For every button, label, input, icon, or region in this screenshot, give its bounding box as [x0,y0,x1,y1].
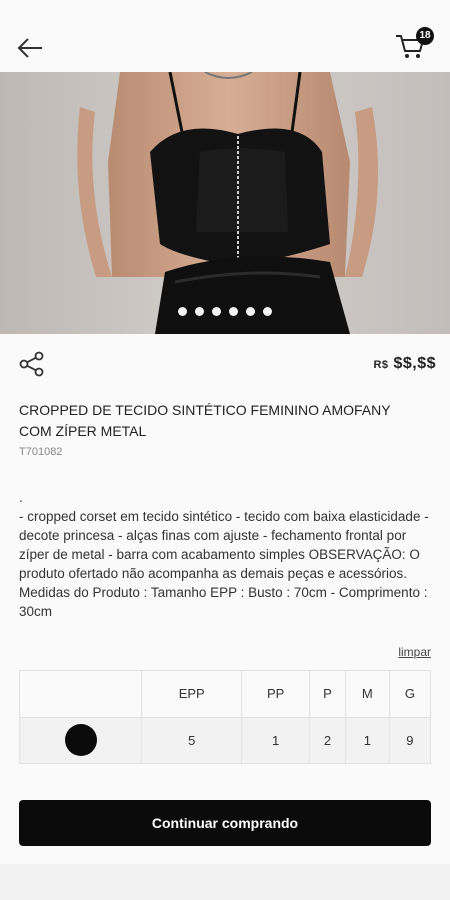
cart-count-badge: 18 [416,27,434,45]
size-label: EPP [141,670,243,718]
description-text: - cropped corset em tecido sintético - t… [19,509,429,619]
carousel-dot[interactable] [195,307,204,316]
size-header-row: EPP PP P M G [18,670,432,718]
color-swatch-cell[interactable] [18,716,143,764]
price-currency: R$ [373,359,389,371]
size-quantity-grid: EPP PP P M G 5 1 2 1 9 [18,670,432,764]
description-bullet: . [19,490,23,505]
share-icon[interactable] [18,350,46,378]
product-sku: T701082 [19,446,63,458]
carousel-dot[interactable] [212,307,221,316]
carousel-indicators [0,307,450,316]
color-header-cell [18,670,143,718]
quantity-cell[interactable]: 1 [241,716,311,764]
cart-button[interactable]: 18 [394,27,434,66]
product-description: . - cropped corset em tecido sintético -… [19,488,429,621]
quantity-cell[interactable]: 2 [309,716,346,764]
bottom-strip [0,864,450,900]
size-label: P [309,670,346,718]
quantity-cell[interactable]: 5 [141,716,243,764]
product-details: R$ $$,$$ CROPPED DE TECIDO SINTÉTICO FEM… [0,334,450,864]
size-label: G [388,670,432,718]
carousel-dot[interactable] [263,307,272,316]
price-value: $$,$$ [393,355,436,372]
carousel-dot[interactable] [229,307,238,316]
back-arrow-icon[interactable] [16,34,44,62]
color-swatch-black[interactable] [64,724,97,757]
price: R$ $$,$$ [373,355,436,373]
color-row: 5 1 2 1 9 [18,716,432,764]
continue-shopping-button[interactable]: Continuar comprando [19,800,431,846]
carousel-dot[interactable] [178,307,187,316]
top-bar: 18 [0,0,450,72]
size-label: PP [241,670,311,718]
quantity-cell[interactable]: 9 [388,716,432,764]
clear-selection-link[interactable]: limpar [398,645,431,659]
product-title: CROPPED DE TECIDO SINTÉTICO FEMININO AMO… [19,402,391,439]
product-photo [0,72,450,334]
quantity-cell[interactable]: 1 [344,716,390,764]
size-label: M [344,670,390,718]
product-image-carousel[interactable] [0,72,450,334]
carousel-dot[interactable] [246,307,255,316]
